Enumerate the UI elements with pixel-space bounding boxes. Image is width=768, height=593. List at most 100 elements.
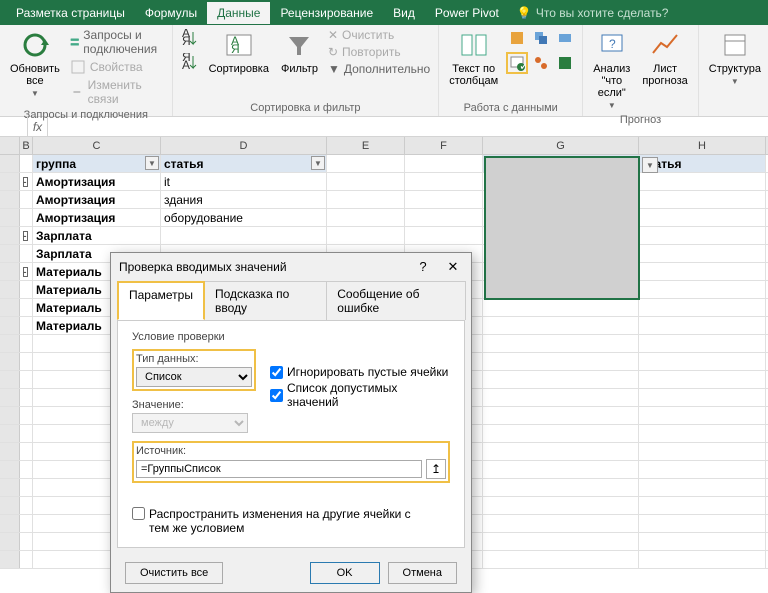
connections-icon [70, 34, 79, 50]
col-header-B[interactable]: B [20, 137, 33, 154]
group-sort-label: Сортировка и фильтр [179, 100, 433, 116]
manage-data-model-button[interactable] [554, 52, 576, 74]
outline-toggle-button[interactable]: - [23, 231, 28, 241]
forecast-icon [649, 29, 681, 61]
range-picker-button[interactable]: ↥ [426, 459, 446, 479]
consolidate-icon [557, 30, 573, 46]
sort-icon: AЯ [223, 29, 255, 61]
edit-links-button[interactable]: Изменить связи [68, 77, 166, 107]
relationships-icon [533, 55, 549, 71]
ok-button[interactable]: OK [310, 562, 380, 584]
col-header-C[interactable]: C [33, 137, 161, 154]
flash-fill-button[interactable] [506, 27, 528, 49]
tab-review[interactable]: Рецензирование [270, 2, 383, 24]
refresh-icon [19, 29, 51, 61]
advanced-icon: ▼ [328, 62, 340, 76]
dialog-tab-input-message[interactable]: Подсказка по вводу [204, 281, 327, 320]
allow-type-select[interactable]: Список [136, 367, 252, 387]
tell-me-search[interactable]: 💡 Что вы хотите сделать? [517, 6, 669, 20]
data-validation-icon: ✓ [509, 55, 525, 71]
tab-view[interactable]: Вид [383, 2, 425, 24]
cancel-button[interactable]: Отмена [388, 562, 457, 584]
source-label: Источник: [136, 445, 446, 457]
svg-text:Я: Я [231, 42, 240, 56]
flash-fill-icon [509, 30, 525, 46]
reapply-icon: ↻ [328, 45, 338, 59]
relationships-button[interactable] [530, 52, 552, 74]
in-cell-dropdown-checkbox[interactable]: Список допустимых значений [270, 381, 450, 409]
svg-text:A: A [182, 58, 190, 71]
outline-toggle-button[interactable]: - [23, 177, 28, 187]
filter-button[interactable]: Фильтр [277, 27, 322, 77]
data-operator-select: между [132, 413, 248, 433]
table2-header-group[interactable]: группа [483, 155, 639, 172]
col-header-G[interactable]: G [483, 137, 639, 154]
collapse-dialog-icon: ↥ [431, 462, 441, 476]
dialog-tab-error-alert[interactable]: Сообщение об ошибке [326, 281, 466, 320]
chevron-down-icon: ▼ [731, 77, 739, 86]
table-row[interactable]: - Зарплата [0, 227, 768, 245]
group-forecast-label: Прогноз [589, 112, 692, 128]
forecast-sheet-button[interactable]: Лист прогноза [638, 27, 691, 89]
tab-powerpivot[interactable]: Power Pivot [425, 2, 509, 24]
tab-data[interactable]: Данные [207, 2, 270, 24]
consolidate-button[interactable] [554, 27, 576, 49]
tab-formulas[interactable]: Формулы [135, 2, 207, 24]
advanced-filter-button[interactable]: ▼Дополнительно [326, 61, 432, 77]
table-row[interactable]: - Амортизация it [0, 173, 768, 191]
sort-button[interactable]: AЯ Сортировка [205, 27, 273, 77]
name-box[interactable] [0, 117, 28, 136]
apply-to-same-checkbox[interactable]: Распространить изменения на другие ячейк… [132, 507, 450, 535]
help-button[interactable]: ? [413, 259, 433, 275]
data-model-icon [557, 55, 573, 71]
ribbon-tabs: Разметка страницы Формулы Данные Рецензи… [0, 0, 768, 25]
source-input[interactable] [136, 460, 422, 478]
col-header-D[interactable]: D [161, 137, 327, 154]
properties-button[interactable]: Свойства [68, 58, 166, 76]
col-header-F[interactable]: F [405, 137, 483, 154]
sort-za-button[interactable]: ЯA [179, 51, 201, 73]
data-validation-button[interactable]: ✓ [506, 52, 528, 74]
chevron-down-icon: ▼ [31, 89, 39, 98]
clear-filter-button[interactable]: ✕Очистить [326, 27, 432, 43]
validation-dropdown-button[interactable]: ▼ [642, 157, 658, 173]
svg-text:Я: Я [182, 34, 191, 47]
table2-header-article[interactable]: статья [639, 155, 766, 172]
remove-dup-icon [533, 30, 549, 46]
table-row[interactable]: Амортизация здания [0, 191, 768, 209]
outline-toggle-button[interactable]: - [23, 267, 28, 277]
table-header-article[interactable]: статья▼ [161, 155, 327, 172]
filter-icon [283, 29, 315, 61]
ribbon: Обновить все ▼ Запросы и подключения Сво… [0, 25, 768, 117]
remove-duplicates-button[interactable] [530, 27, 552, 49]
table-row[interactable]: Амортизация оборудование [0, 209, 768, 227]
reapply-filter-button[interactable]: ↻Повторить [326, 44, 432, 60]
col-header-H[interactable]: H [639, 137, 766, 154]
table-header-group[interactable]: группа▼ [33, 155, 161, 172]
filter-dropdown-button[interactable]: ▼ [311, 156, 325, 170]
svg-text:?: ? [609, 37, 616, 51]
links-icon [70, 84, 84, 100]
sort-az-icon: AЯ [181, 29, 199, 47]
ignore-blank-checkbox[interactable]: Игнорировать пустые ячейки [270, 365, 450, 379]
fx-button[interactable]: fx [28, 117, 48, 136]
sort-az-button[interactable]: AЯ [179, 27, 201, 49]
whatif-icon: ? [596, 29, 628, 61]
close-button[interactable]: ✕ [443, 259, 463, 275]
whatif-button[interactable]: ? Анализ "что если" ▼ [589, 27, 634, 112]
dialog-tab-parameters[interactable]: Параметры [117, 281, 205, 320]
sort-za-icon: ЯA [181, 53, 199, 71]
outline-button[interactable]: Структура ▼ [705, 27, 765, 88]
filter-dropdown-button[interactable]: ▼ [145, 156, 159, 170]
text-to-columns-icon [458, 29, 490, 61]
group-datatools-label: Работа с данными [445, 100, 576, 116]
clear-all-button[interactable]: Очистить все [125, 562, 223, 584]
refresh-all-button[interactable]: Обновить все ▼ [6, 27, 64, 100]
clear-icon: ✕ [328, 28, 338, 42]
tab-layout[interactable]: Разметка страницы [6, 2, 135, 24]
queries-connections-button[interactable]: Запросы и подключения [68, 27, 166, 57]
text-to-columns-button[interactable]: Текст по столбцам [445, 27, 502, 89]
col-header-E[interactable]: E [327, 137, 405, 154]
chevron-down-icon: ▼ [608, 101, 616, 110]
data-validation-dialog: Проверка вводимых значений ? ✕ Параметры… [110, 252, 472, 593]
